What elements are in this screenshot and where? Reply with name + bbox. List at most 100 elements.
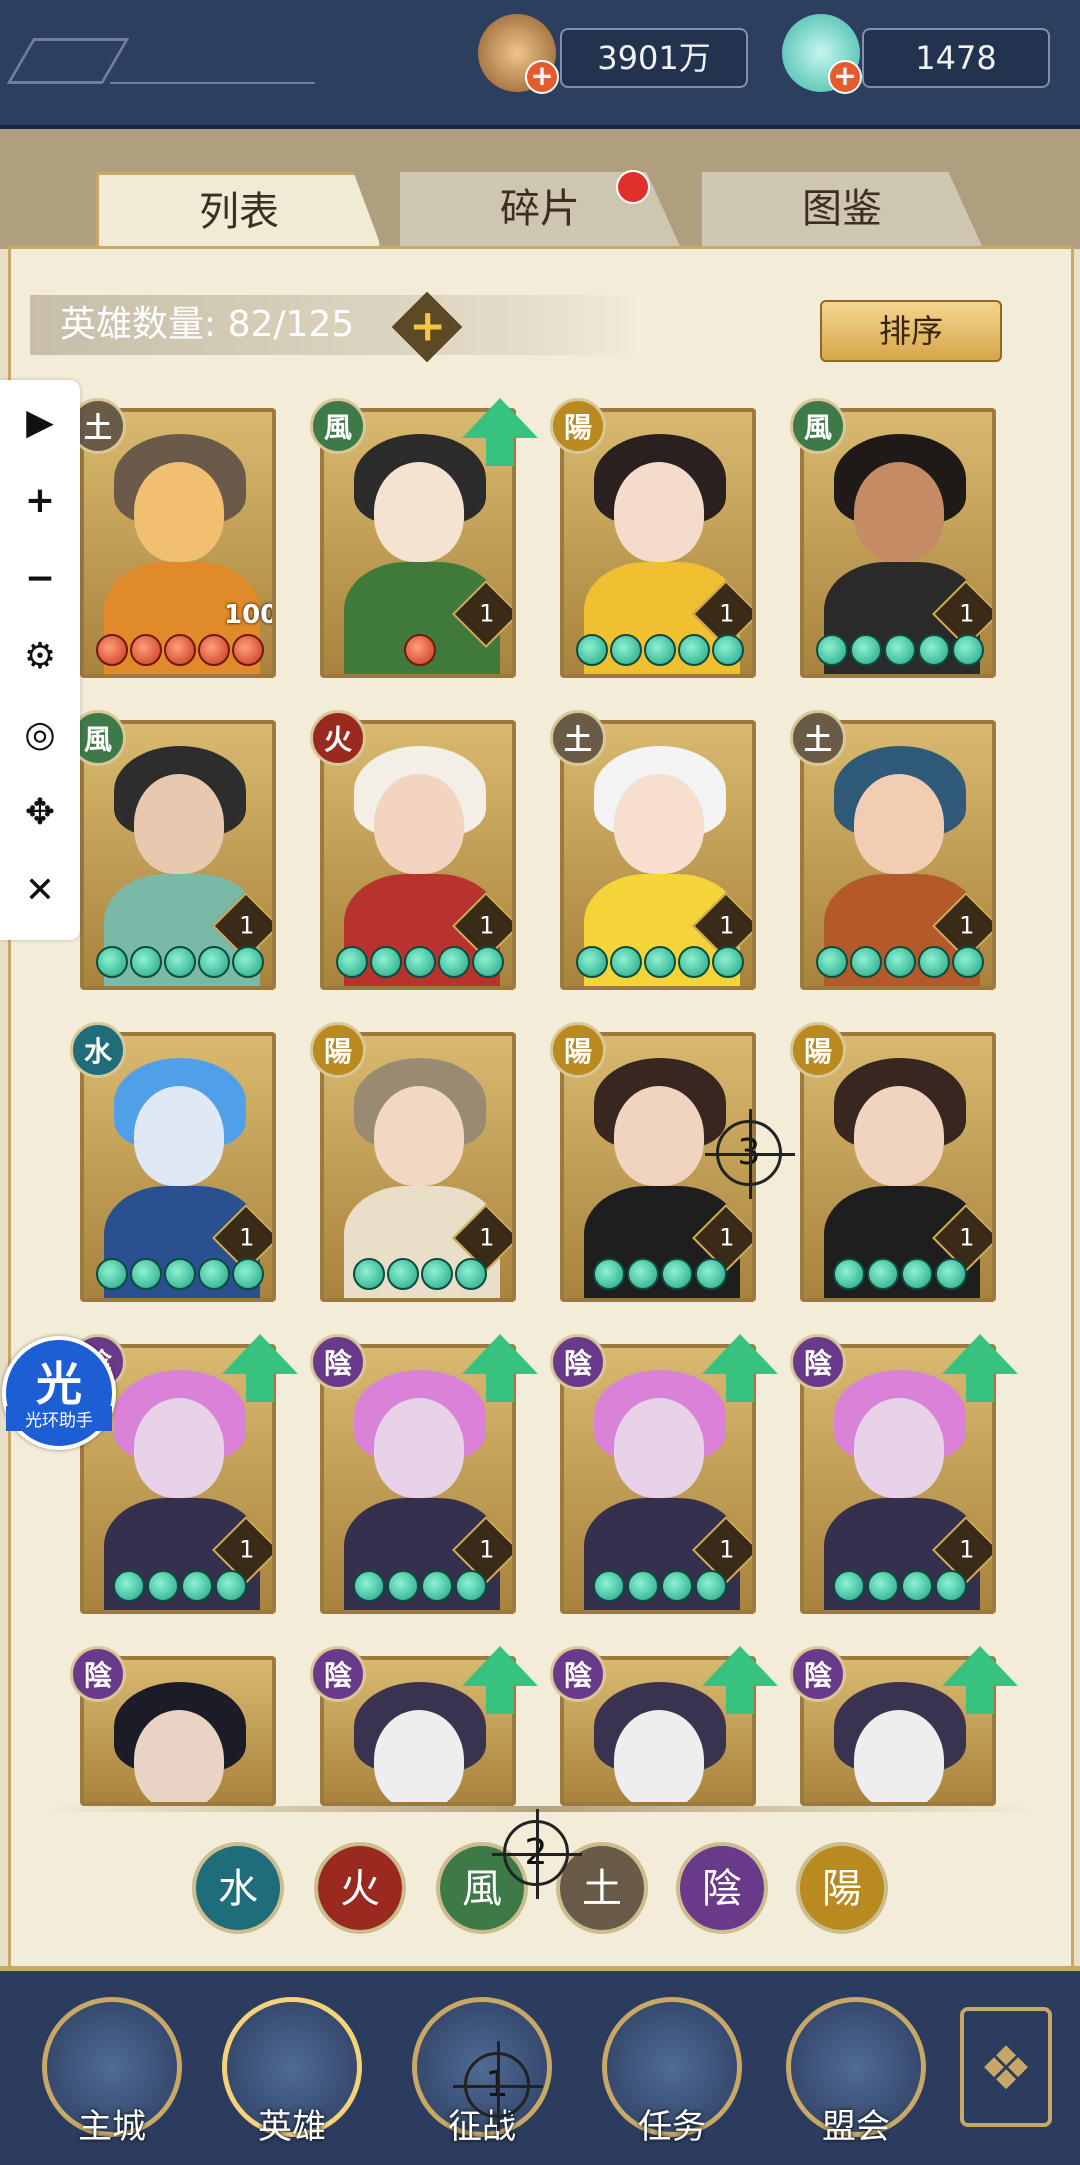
star-orbs (593, 1258, 727, 1292)
star-orb-icon (455, 1258, 487, 1290)
hero-level: 1 (959, 1223, 975, 1252)
star-orb-icon (952, 634, 984, 666)
close-icon[interactable]: ✕ (0, 856, 80, 926)
element-badge: 火 (310, 710, 366, 766)
star-orb-icon (593, 1258, 625, 1290)
star-orb-icon (576, 946, 608, 978)
hero-level: 1 (479, 1535, 495, 1564)
menu-logo-icon[interactable] (6, 38, 130, 84)
element-filter-button[interactable]: 陰 (676, 1842, 768, 1934)
hero-portrait-face (134, 1398, 224, 1498)
star-orb-icon (867, 1570, 899, 1602)
star-orb-icon (833, 1258, 865, 1290)
star-orbs (833, 1570, 967, 1604)
star-orb-icon (96, 946, 128, 978)
hero-portrait-face (134, 774, 224, 874)
element-badge: 陰 (310, 1646, 366, 1702)
star-orb-icon (130, 1258, 162, 1290)
add-coins-button[interactable]: + (525, 60, 559, 94)
upgrade-arrow-icon (462, 1646, 538, 1686)
element-badge: 土 (550, 710, 606, 766)
tab-gallery[interactable]: 图鉴 (702, 172, 982, 246)
star-orb-icon (610, 634, 642, 666)
star-orb-icon (404, 946, 436, 978)
nav-tasks-label: 任务 (638, 2107, 706, 2147)
star-orbs (593, 1570, 727, 1604)
hero-level: 1 (719, 1535, 735, 1564)
star-orb-icon (935, 1570, 967, 1602)
more-menu-button[interactable]: ❖ (960, 2007, 1052, 2127)
marker-2: 2 (492, 1809, 582, 1899)
hero-level: 1 (719, 599, 735, 628)
star-orb-icon (661, 1570, 693, 1602)
star-orbs (833, 1258, 967, 1292)
star-orb-icon (181, 1570, 213, 1602)
element-filter-button[interactable]: 水 (192, 1842, 284, 1934)
upgrade-arrow-icon (462, 398, 538, 438)
upgrade-arrow-stem (486, 1684, 514, 1714)
hero-level: 1 (959, 911, 975, 940)
element-filter-button[interactable]: 陽 (796, 1842, 888, 1934)
move-icon[interactable]: ✥ (0, 778, 80, 848)
element-badge: 陰 (790, 1334, 846, 1390)
hero-level: 1 (959, 1535, 975, 1564)
star-orbs (96, 634, 264, 668)
eye-off-icon[interactable]: ◎ (0, 700, 80, 770)
star-orb-icon (147, 1570, 179, 1602)
hero-count: 英雄数量: 82/125 (30, 295, 640, 355)
upgrade-arrow-stem (726, 1684, 754, 1714)
element-badge: 土 (790, 710, 846, 766)
minus-icon[interactable]: − (0, 544, 80, 614)
star-orb-icon (387, 1570, 419, 1602)
plus-icon[interactable]: + (0, 466, 80, 536)
element-badge: 陽 (310, 1022, 366, 1078)
nav-main-city-label: 主城 (78, 2107, 146, 2147)
upgrade-arrow-icon (942, 1334, 1018, 1374)
hero-portrait-face (374, 774, 464, 874)
star-orb-icon (712, 946, 744, 978)
star-orb-icon (695, 1258, 727, 1290)
marker-3: 3 (705, 1109, 795, 1199)
star-orbs (353, 1570, 487, 1604)
plus-icon: + (409, 300, 447, 352)
assistant-bubble[interactable]: 光 光环助手 (2, 1336, 116, 1450)
add-jade-button[interactable]: + (828, 60, 862, 94)
upgrade-arrow-stem (486, 1372, 514, 1402)
star-orbs (96, 946, 264, 980)
star-orb-icon (198, 946, 230, 978)
star-orbs (816, 634, 984, 668)
element-badge: 陰 (550, 1334, 606, 1390)
play-icon[interactable]: ▶ (0, 388, 80, 458)
star-orb-icon (816, 946, 848, 978)
hero-portrait-face (854, 1398, 944, 1498)
star-orb-icon (644, 634, 676, 666)
star-orb-icon (610, 946, 642, 978)
star-orb-icon (404, 634, 436, 666)
star-orbs (576, 946, 744, 980)
hero-level: 1 (479, 599, 495, 628)
element-badge: 風 (790, 398, 846, 454)
nav-guild-label: 盟会 (822, 2107, 890, 2147)
star-orb-icon (130, 634, 162, 666)
upgrade-arrow-icon (222, 1334, 298, 1374)
hero-portrait-face (134, 1086, 224, 1186)
star-orb-icon (130, 946, 162, 978)
sort-button[interactable]: 排序 (820, 300, 1002, 362)
gear-icon[interactable]: ⚙ (0, 622, 80, 692)
hero-portrait-face (614, 1710, 704, 1802)
hero-level: 1 (239, 1223, 255, 1252)
star-orb-icon (712, 634, 744, 666)
jade-amount: 1478 (862, 28, 1050, 88)
element-filter-button[interactable]: 火 (314, 1842, 406, 1934)
floating-toolbar: ▶ + − ⚙ ◎ ✥ ✕ (0, 380, 80, 940)
upgrade-arrow-icon (462, 1334, 538, 1374)
star-orb-icon (918, 946, 950, 978)
assistant-label: 光环助手 (6, 1406, 112, 1431)
star-orb-icon (353, 1258, 385, 1290)
hero-portrait-face (614, 774, 704, 874)
star-orb-icon (96, 634, 128, 666)
star-orb-icon (935, 1258, 967, 1290)
star-orb-icon (472, 946, 504, 978)
tab-list[interactable]: 列表 (96, 172, 382, 249)
upgrade-arrow-icon (702, 1646, 778, 1686)
